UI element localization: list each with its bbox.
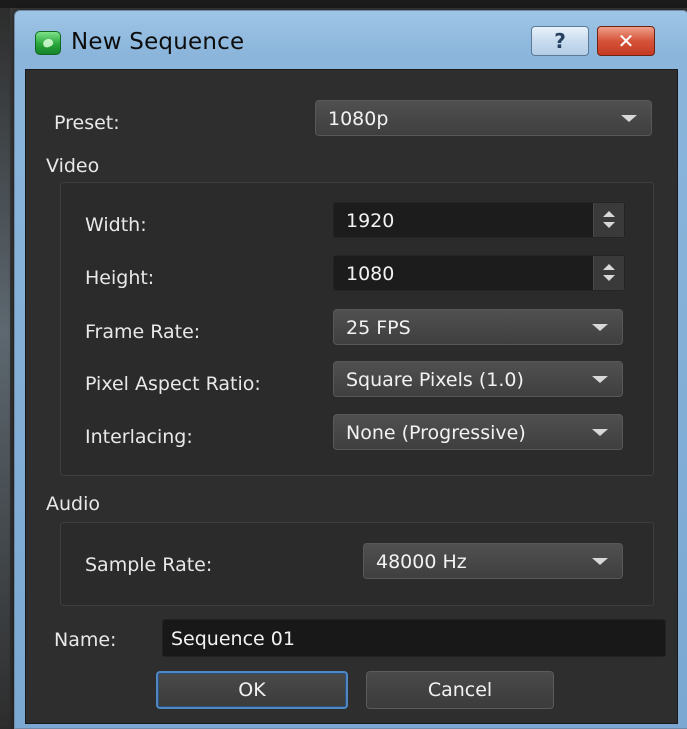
sample-rate-label: Sample Rate: bbox=[85, 554, 213, 576]
cancel-button[interactable]: Cancel bbox=[366, 671, 554, 709]
new-sequence-dialog: New Sequence ? ✕ Preset: 1080p Video Wid… bbox=[14, 10, 687, 729]
preset-dropdown[interactable]: 1080p bbox=[315, 100, 652, 136]
height-spinbox[interactable]: 1080 bbox=[333, 255, 625, 291]
frame-rate-dropdown[interactable]: 25 FPS bbox=[333, 309, 623, 345]
interlacing-value: None (Progressive) bbox=[346, 422, 526, 444]
width-value: 1920 bbox=[346, 210, 395, 232]
spin-up-icon[interactable] bbox=[603, 211, 615, 217]
audio-section-title: Audio bbox=[46, 493, 101, 515]
spin-arrows-icon[interactable] bbox=[593, 203, 624, 237]
pixel-aspect-ratio-label: Pixel Aspect Ratio: bbox=[85, 373, 261, 395]
width-label: Width: bbox=[85, 214, 147, 236]
name-label: Name: bbox=[54, 629, 117, 651]
backdrop-left-strip bbox=[0, 8, 10, 727]
window-title: New Sequence bbox=[71, 29, 245, 55]
frame-rate-value: 25 FPS bbox=[346, 317, 411, 339]
video-group: Width: 1920 Height: 1080 Frame Rate: 25 … bbox=[60, 182, 654, 476]
audio-group: Sample Rate: 48000 Hz bbox=[60, 522, 654, 606]
interlacing-label: Interlacing: bbox=[85, 426, 193, 448]
sequence-name-value: Sequence 01 bbox=[171, 628, 295, 650]
pixel-aspect-ratio-value: Square Pixels (1.0) bbox=[346, 369, 524, 391]
app-logo-icon bbox=[35, 31, 61, 55]
interlacing-dropdown[interactable]: None (Progressive) bbox=[333, 414, 623, 450]
chevron-down-icon bbox=[592, 376, 608, 383]
close-button[interactable]: ✕ bbox=[597, 26, 655, 56]
chevron-down-icon bbox=[592, 558, 608, 565]
spin-down-icon[interactable] bbox=[603, 275, 615, 281]
sample-rate-dropdown[interactable]: 48000 Hz bbox=[363, 543, 623, 579]
frame-rate-label: Frame Rate: bbox=[85, 321, 201, 343]
sequence-name-input[interactable]: Sequence 01 bbox=[162, 619, 666, 657]
pixel-aspect-ratio-dropdown[interactable]: Square Pixels (1.0) bbox=[333, 361, 623, 397]
help-icon: ? bbox=[554, 29, 566, 53]
chevron-down-icon bbox=[621, 115, 637, 122]
title-bar[interactable]: New Sequence ? ✕ bbox=[15, 11, 687, 69]
preset-label: Preset: bbox=[54, 112, 120, 134]
chevron-down-icon bbox=[592, 429, 608, 436]
dialog-content: Preset: 1080p Video Width: 1920 Height: … bbox=[25, 69, 678, 724]
help-button[interactable]: ? bbox=[531, 26, 589, 56]
preset-value: 1080p bbox=[328, 108, 389, 130]
ok-button[interactable]: OK bbox=[156, 671, 348, 709]
video-section-title: Video bbox=[46, 155, 100, 177]
backdrop-top-strip bbox=[0, 0, 687, 8]
sample-rate-value: 48000 Hz bbox=[376, 551, 467, 573]
spin-arrows-icon[interactable] bbox=[593, 256, 624, 290]
height-label: Height: bbox=[85, 267, 155, 289]
height-value: 1080 bbox=[346, 263, 395, 285]
spin-up-icon[interactable] bbox=[603, 264, 615, 270]
chevron-down-icon bbox=[592, 324, 608, 331]
spin-down-icon[interactable] bbox=[603, 222, 615, 228]
close-icon: ✕ bbox=[617, 29, 635, 53]
width-spinbox[interactable]: 1920 bbox=[333, 202, 625, 238]
